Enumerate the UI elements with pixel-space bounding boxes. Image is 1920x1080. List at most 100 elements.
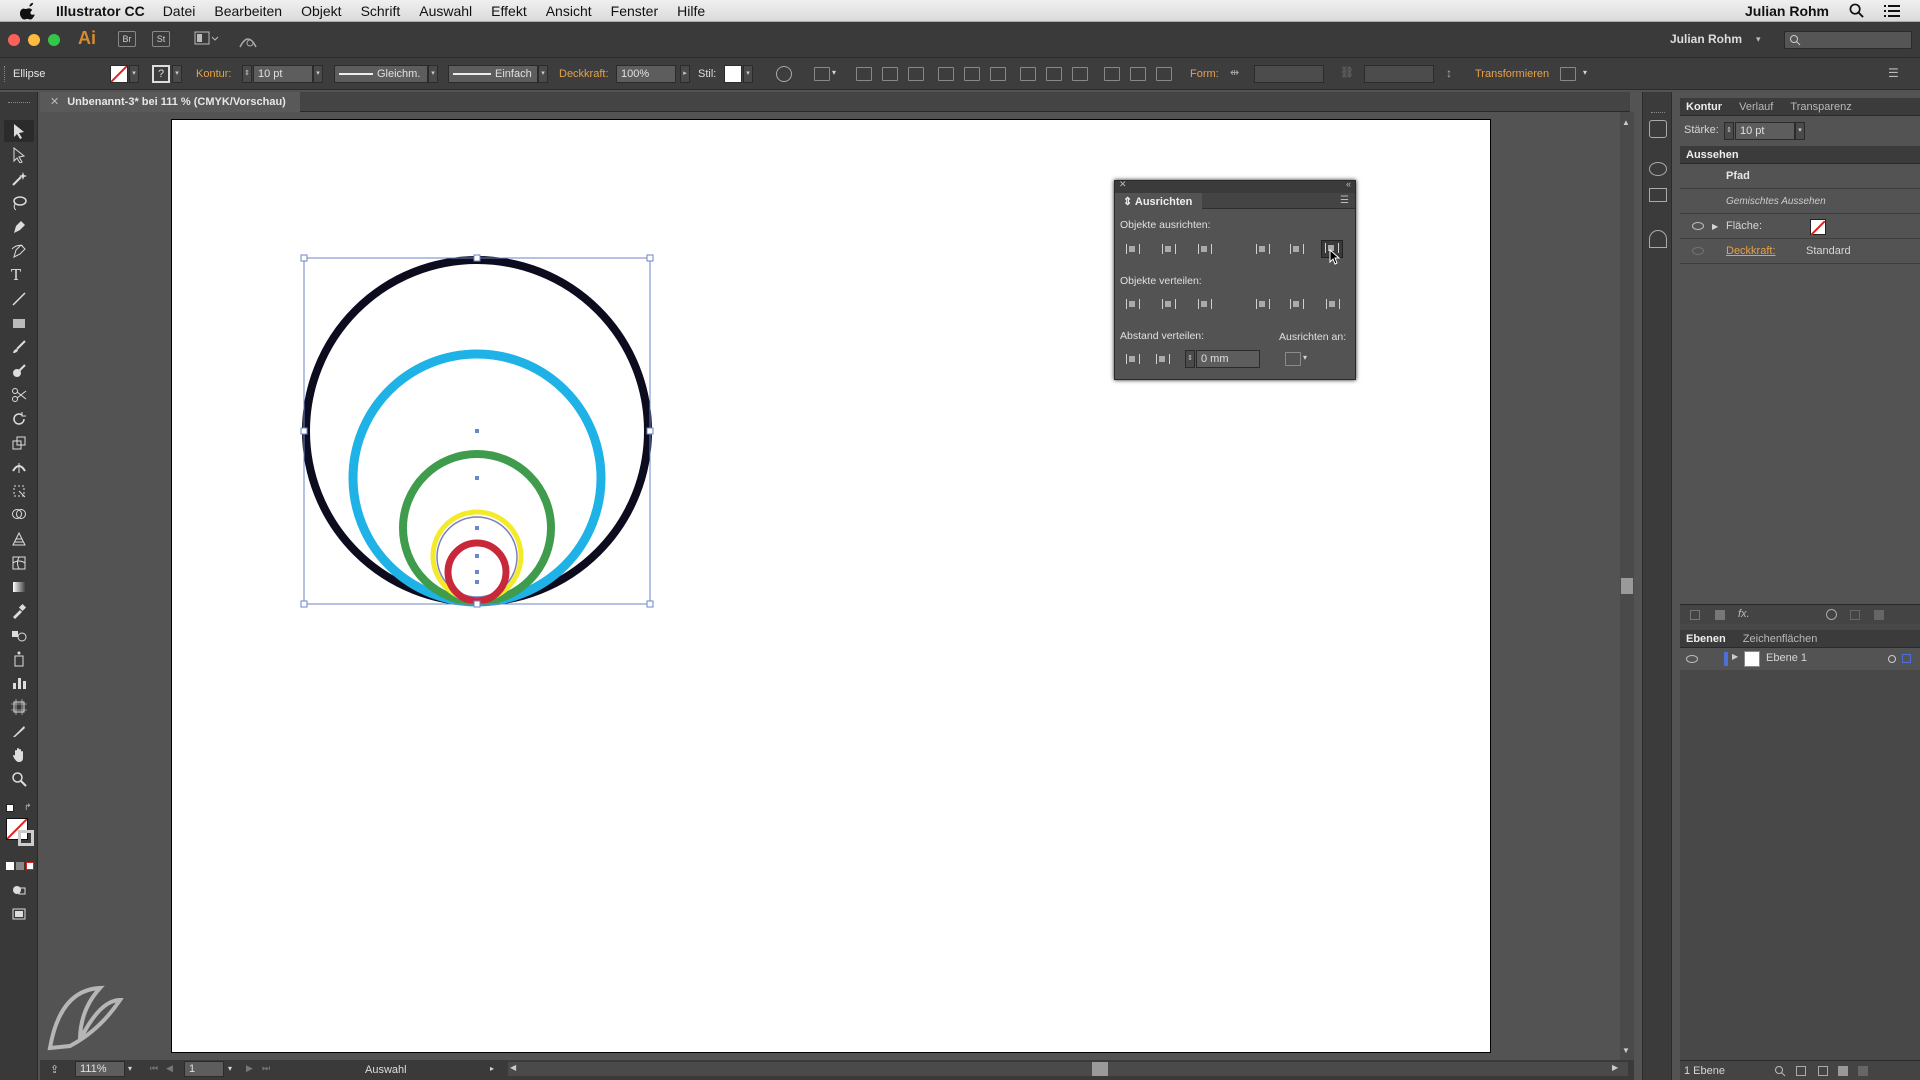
scale-tool-icon[interactable]: [11, 435, 27, 451]
stroke-weight-chevron-icon[interactable]: ▾: [313, 65, 323, 83]
spacing-stepper[interactable]: ⇕: [1185, 350, 1195, 368]
gpu-performance-icon[interactable]: [238, 31, 258, 49]
perspective-grid-tool-icon[interactable]: [11, 531, 27, 547]
delete-item-icon[interactable]: [1874, 610, 1884, 620]
align-tab[interactable]: ⇕ Ausrichten: [1115, 193, 1203, 209]
distribute-bottom-button[interactable]: [1195, 297, 1213, 311]
vertical-distribute-space-button[interactable]: [1123, 352, 1141, 366]
swap-colors-icon[interactable]: ↱: [24, 802, 32, 813]
gradient-mode-icon[interactable]: [16, 862, 24, 870]
locate-object-icon[interactable]: [1774, 1065, 1786, 1077]
stroke-panel-weight-chevron-icon[interactable]: ▾: [1795, 122, 1805, 140]
layer-target-icon[interactable]: [1888, 655, 1896, 663]
graphic-style-swatch[interactable]: [724, 65, 742, 83]
align-to-chevron-icon[interactable]: ▾: [832, 68, 836, 77]
tab-transparenz[interactable]: Transparenz: [1790, 101, 1851, 113]
add-stroke-icon[interactable]: [1690, 610, 1700, 620]
lasso-tool-icon[interactable]: [11, 195, 27, 211]
none-mode-icon[interactable]: [26, 862, 34, 870]
height-field[interactable]: [1364, 65, 1434, 83]
transform-label[interactable]: Transformieren: [1475, 68, 1549, 80]
menu-schrift[interactable]: Schrift: [361, 3, 401, 19]
help-search-input[interactable]: [1784, 31, 1912, 49]
layer-visibility-eye-icon[interactable]: [1686, 655, 1698, 663]
status-menu-arrow-icon[interactable]: ▸: [490, 1064, 494, 1073]
first-artboard-icon[interactable]: ⏮: [150, 1063, 158, 1074]
menu-datei[interactable]: Datei: [163, 3, 196, 19]
fill-dropdown-chevron-icon[interactable]: ▾: [129, 65, 139, 83]
stroke-panel-weight-field[interactable]: 10 pt: [1735, 122, 1795, 140]
align-left-button[interactable]: [1123, 242, 1141, 256]
align-to-selection-icon[interactable]: [814, 67, 830, 81]
tab-ebenen[interactable]: Ebenen: [1686, 633, 1726, 645]
magic-wand-tool-icon[interactable]: [11, 171, 27, 187]
stock-button[interactable]: St: [152, 31, 170, 47]
tools-grip[interactable]: [8, 102, 30, 104]
variable-width-profile[interactable]: Gleichm.: [334, 65, 428, 83]
horizontal-distribute-space-button[interactable]: [1153, 352, 1171, 366]
blend-tool-icon[interactable]: [11, 627, 27, 643]
shaper-tool-icon[interactable]: [11, 363, 27, 379]
type-tool-icon[interactable]: T: [11, 267, 27, 283]
horizontal-align-right-icon[interactable]: [908, 67, 924, 81]
gradient-tool-icon[interactable]: [11, 579, 27, 595]
vertical-align-top-icon[interactable]: [938, 67, 954, 81]
spacing-field[interactable]: 0 mm: [1196, 350, 1260, 368]
tab-aussehen[interactable]: Aussehen: [1686, 149, 1739, 161]
align-vertical-center-button[interactable]: [1287, 242, 1305, 256]
appearance-fill-row[interactable]: ▶ Fläche:: [1680, 214, 1920, 239]
distribute-vertical-center-button[interactable]: [1159, 297, 1177, 311]
line-segment-tool-icon[interactable]: [11, 291, 27, 307]
app-menu[interactable]: Illustrator CC: [56, 3, 145, 19]
column-graph-tool-icon[interactable]: [11, 675, 27, 691]
fill-visibility-eye-icon[interactable]: [1692, 222, 1704, 230]
vertical-distribute-top-icon[interactable]: [1020, 67, 1036, 81]
mesh-tool-icon[interactable]: [11, 555, 27, 571]
opacity-arrow-icon[interactable]: ▸: [680, 65, 690, 83]
artboard-chevron-icon[interactable]: ▾: [228, 1064, 232, 1073]
horizontal-align-center-icon[interactable]: [882, 67, 898, 81]
vertical-align-center-icon[interactable]: [964, 67, 980, 81]
menu-hilfe[interactable]: Hilfe: [677, 3, 705, 19]
spotlight-search-icon[interactable]: [1849, 3, 1864, 18]
apple-icon[interactable]: [20, 2, 38, 20]
stroke-swatch[interactable]: ?: [152, 65, 170, 83]
previous-artboard-icon[interactable]: ◀: [166, 1063, 173, 1074]
shape-label[interactable]: Form:: [1190, 68, 1219, 80]
width-tool-icon[interactable]: [11, 459, 27, 475]
minimize-window-button[interactable]: [28, 34, 40, 46]
collapse-panel-icon[interactable]: «: [1346, 179, 1351, 189]
link-proportions-icon[interactable]: ⛓: [1340, 66, 1354, 79]
free-transform-tool-icon[interactable]: [11, 483, 27, 499]
brushes-panel-icon[interactable]: [1649, 162, 1667, 176]
brush-definition[interactable]: Einfach: [448, 65, 538, 83]
shape-builder-tool-icon[interactable]: [11, 507, 27, 523]
appearance-opacity-label[interactable]: Deckkraft:: [1726, 239, 1776, 264]
stroke-color-box[interactable]: [18, 830, 34, 846]
color-mode-icon[interactable]: [6, 862, 14, 870]
control-bar-grip[interactable]: [4, 66, 7, 82]
artboard-tool-icon[interactable]: [11, 699, 27, 715]
distribute-left-button[interactable]: [1253, 297, 1271, 311]
horizontal-scroll-thumb[interactable]: [1092, 1062, 1108, 1076]
scissors-tool-icon[interactable]: [11, 387, 27, 403]
profile-chevron-icon[interactable]: ▾: [428, 65, 438, 83]
artboard-number-field[interactable]: 1: [184, 1061, 224, 1077]
hand-tool-icon[interactable]: [11, 747, 27, 763]
stroke-weight-label[interactable]: Kontur:: [196, 68, 231, 80]
tab-verlauf[interactable]: Verlauf: [1739, 101, 1773, 113]
graphic-styles-panel-icon[interactable]: [1649, 230, 1667, 248]
align-panel-menu-icon[interactable]: ☰: [1340, 195, 1349, 206]
menu-bearbeiten[interactable]: Bearbeiten: [214, 3, 282, 19]
default-colors-icon[interactable]: [6, 804, 14, 812]
layer-expand-icon[interactable]: ▶: [1732, 652, 1738, 661]
zoom-window-button[interactable]: [48, 34, 60, 46]
align-to-selection-button[interactable]: [1285, 352, 1301, 366]
opacity-visibility-eye-icon[interactable]: [1692, 247, 1704, 255]
scroll-left-icon[interactable]: ◀: [510, 1063, 516, 1072]
fx-icon[interactable]: fx.: [1738, 608, 1750, 620]
swatches-panel-icon[interactable]: [1649, 188, 1667, 202]
align-panel-header[interactable]: ✕ «: [1115, 179, 1355, 193]
clipping-mask-icon[interactable]: [1796, 1066, 1806, 1076]
notification-list-icon[interactable]: [1884, 4, 1900, 18]
